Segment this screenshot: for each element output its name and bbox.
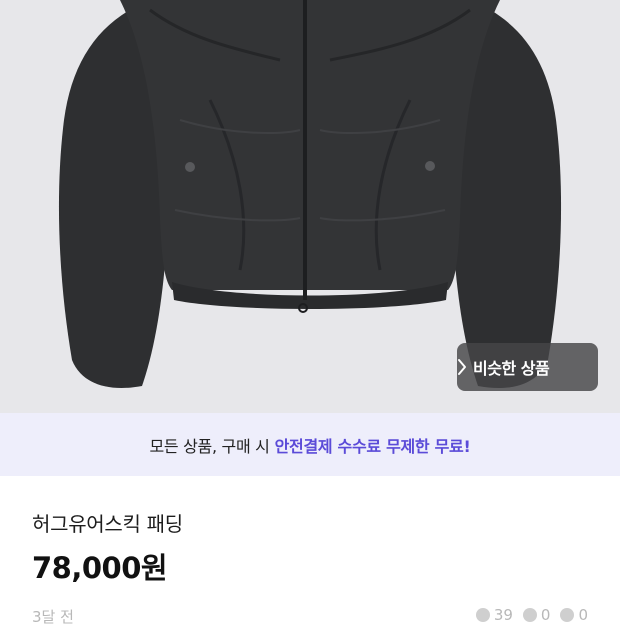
similar-products-button[interactable]: 비슷한 상품	[457, 343, 598, 391]
product-title: 허그유어스킥 패딩	[32, 512, 183, 536]
similar-products-label: 비슷한 상품	[473, 359, 550, 378]
safe-payment-banner[interactable]: 모든 상품, 구매 시 안전결제 수수료 무제한 무료!	[0, 413, 620, 476]
views-count: 39	[493, 606, 513, 624]
banner-text: 모든 상품, 구매 시	[149, 436, 270, 456]
product-image[interactable]: 비슷한 상품	[0, 0, 620, 413]
views-stat: 39	[475, 606, 513, 624]
product-meta: 3달 전 39 0 0	[0, 606, 620, 626]
banner-highlight: 안전결제 수수료 무제한 무료!	[274, 436, 471, 456]
chats-stat: 0	[560, 606, 588, 624]
likes-stat: 0	[522, 606, 551, 624]
product-price: 78,000원	[32, 551, 168, 585]
chats-count: 0	[578, 606, 588, 624]
chevron-right-icon	[458, 359, 466, 375]
stats: 39 0 0	[475, 606, 588, 624]
posted-time: 3달 전	[32, 608, 74, 626]
likes-count: 0	[540, 606, 551, 624]
